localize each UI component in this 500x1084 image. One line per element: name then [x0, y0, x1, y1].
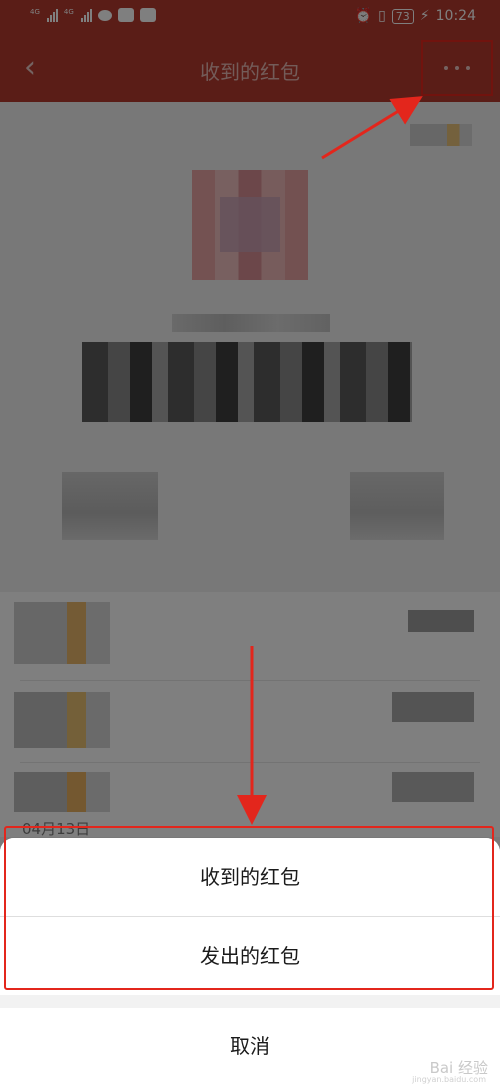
- watermark-url: jingyan.baidu.com: [412, 1075, 486, 1084]
- cancel-button[interactable]: 取消: [0, 1008, 500, 1084]
- highlight-box: [4, 826, 494, 990]
